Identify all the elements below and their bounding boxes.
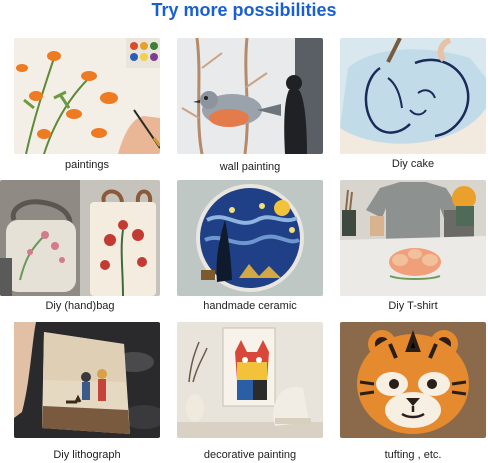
tufting-image bbox=[340, 322, 486, 438]
diy-tshirt-caption: Diy T-shirt bbox=[388, 300, 438, 312]
wall-painting-image bbox=[177, 38, 323, 154]
wall-painting-caption: wall painting bbox=[219, 161, 281, 173]
diy-handbag-image bbox=[0, 180, 160, 296]
page-title: Try more possibilities bbox=[151, 0, 337, 20]
diy-lithograph-caption: Diy lithograph bbox=[53, 449, 121, 461]
handmade-ceramic-image bbox=[177, 180, 323, 296]
diy-handbag-caption: Diy (hand)bag bbox=[45, 300, 115, 312]
diy-cake-image bbox=[340, 38, 486, 154]
tufting-caption: tufting , etc. bbox=[384, 449, 442, 461]
decorative-painting-caption: decorative painting bbox=[203, 449, 297, 461]
diy-lithograph-image bbox=[14, 322, 160, 438]
decorative-painting-image bbox=[177, 322, 323, 438]
paintings-image bbox=[14, 38, 160, 154]
paintings-caption: paintings bbox=[64, 159, 110, 171]
handmade-ceramic-caption: handmade ceramic bbox=[203, 300, 297, 312]
diy-cake-caption: Diy cake bbox=[391, 158, 435, 170]
diy-tshirt-image bbox=[340, 180, 486, 296]
